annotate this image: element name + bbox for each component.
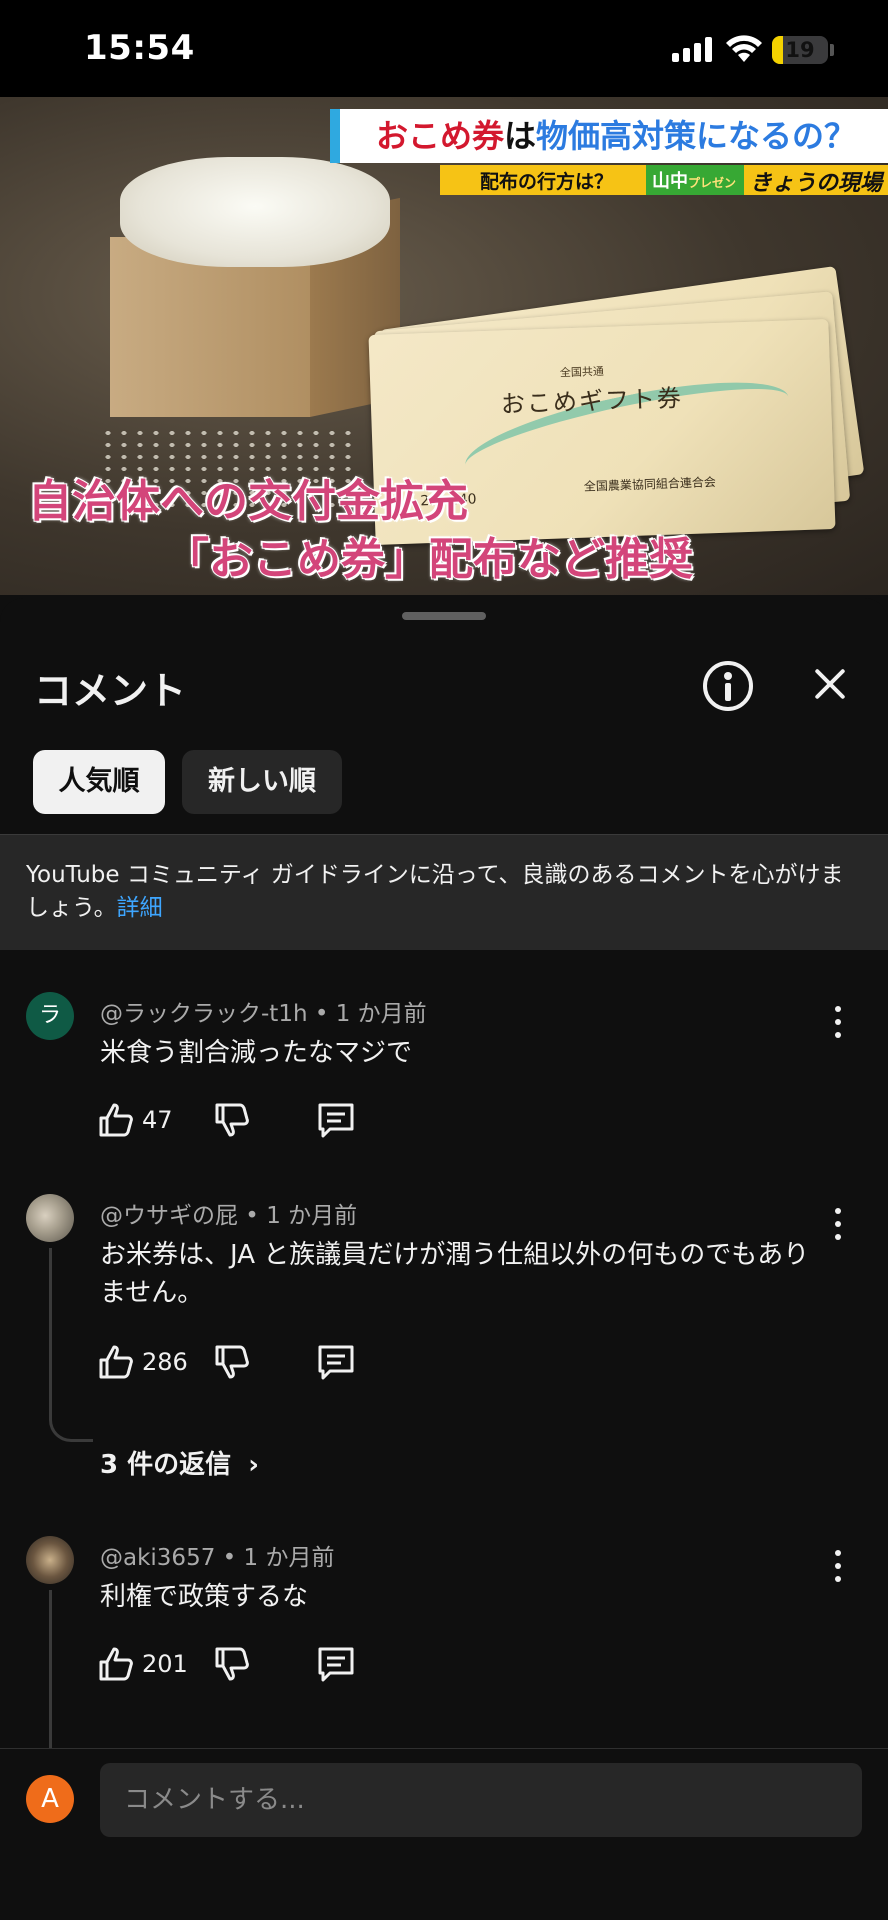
comment-author-meta[interactable]: @ウサギの屁 • 1 か月前 [100, 1196, 357, 1230]
comment-input[interactable] [100, 1763, 862, 1837]
comment-text: お米券は、JA と族議員だけが潤う仕組以外の何ものでもありません。 [100, 1240, 810, 1308]
show-logo: きょうの現場 [750, 171, 883, 196]
thread-line [49, 1590, 52, 1748]
comment-actions: 286 [96, 1342, 396, 1386]
status-bar: 15:54 19 [0, 0, 888, 97]
thread-connector [49, 1416, 93, 1442]
user-avatar[interactable]: A [26, 1775, 74, 1823]
video-subheadline: 配布の行方は？ [480, 171, 614, 193]
notice-details-link[interactable]: 詳細 [117, 895, 163, 921]
avatar[interactable] [26, 1194, 74, 1242]
thumb-up-icon[interactable] [96, 1100, 136, 1140]
like-count: 47 [142, 1106, 173, 1134]
chevron-right-icon: › [248, 1450, 259, 1480]
reply-icon[interactable] [316, 1100, 356, 1140]
comment-author-meta[interactable]: @aki3657 • 1 か月前 [100, 1538, 334, 1572]
info-icon[interactable] [703, 661, 753, 711]
thread-line [49, 1248, 52, 1416]
video-player[interactable]: 全国共通 おこめギフト券 20−440 全国農業協同組合連合会 おこめ券は物価高… [0, 97, 888, 595]
comment-input-bar: A [0, 1748, 888, 1920]
comments-title: コメント [34, 669, 187, 713]
thumb-up-icon[interactable] [96, 1342, 136, 1382]
rice-box-image [110, 157, 400, 437]
comment-item: @ウサギの屁 • 1 か月前 お米券は、JA と族議員だけが潤う仕組以外の何もの… [0, 1192, 888, 1492]
comment-author-meta[interactable]: @ラックラック-t1h • 1 か月前 [100, 994, 427, 1028]
sort-chip-top[interactable]: 人気順 [33, 750, 165, 814]
battery-level: 19 [785, 38, 815, 62]
comment-text: 米食う割合減ったなマジで [100, 1038, 413, 1068]
comment-text: 利権で政策するな [100, 1582, 309, 1612]
like-count: 286 [142, 1348, 188, 1376]
status-time: 15:54 [84, 28, 195, 68]
presenter-label: 山中プレゼン [652, 171, 737, 192]
ticket-small-text: 全国共通 [559, 364, 605, 380]
ticket-title: おこめギフト券 [500, 384, 684, 419]
like-count: 201 [142, 1650, 188, 1678]
reply-icon[interactable] [316, 1342, 356, 1382]
thumb-down-icon[interactable] [212, 1100, 252, 1140]
comment-item: ラ @ラックラック-t1h • 1 か月前 米食う割合減ったなマジで 47 [0, 990, 888, 1170]
battery-icon: 19 [772, 36, 828, 64]
ticket-issuer: 全国農業協同組合連合会 [583, 475, 717, 494]
more-options-icon[interactable] [828, 1548, 848, 1588]
signal-icon [672, 36, 714, 62]
sort-chip-newest[interactable]: 新しい順 [182, 750, 342, 814]
thumb-down-icon[interactable] [212, 1342, 252, 1382]
more-options-icon[interactable] [828, 1206, 848, 1246]
comment-actions: 201 [96, 1644, 396, 1688]
view-replies-button[interactable]: 3 件の返信 › [100, 1444, 259, 1481]
comment-item: @aki3657 • 1 か月前 利権で政策するな 201 [0, 1534, 888, 1748]
comment-actions: 47 [96, 1100, 396, 1144]
community-guidelines-notice: YouTube コミュニティ ガイドラインに沿って、良識のあるコメントを心がけま… [0, 834, 888, 950]
reply-icon[interactable] [316, 1644, 356, 1684]
caption-line-2: 「おこめ券」配布など推奨 [164, 533, 694, 586]
close-icon[interactable] [808, 662, 852, 706]
caption-line-1: 自治体への交付金拡充 [27, 475, 469, 528]
avatar[interactable]: ラ [26, 992, 74, 1040]
drag-handle[interactable] [402, 612, 486, 620]
avatar[interactable] [26, 1536, 74, 1584]
battery-tip [830, 44, 834, 56]
video-headline: おこめ券は物価高対策になるの？ [376, 117, 857, 155]
wifi-icon [726, 35, 762, 62]
thumb-up-icon[interactable] [96, 1644, 136, 1684]
replies-label: 3 件の返信 [100, 1450, 232, 1480]
more-options-icon[interactable] [828, 1004, 848, 1044]
thumb-down-icon[interactable] [212, 1644, 252, 1684]
